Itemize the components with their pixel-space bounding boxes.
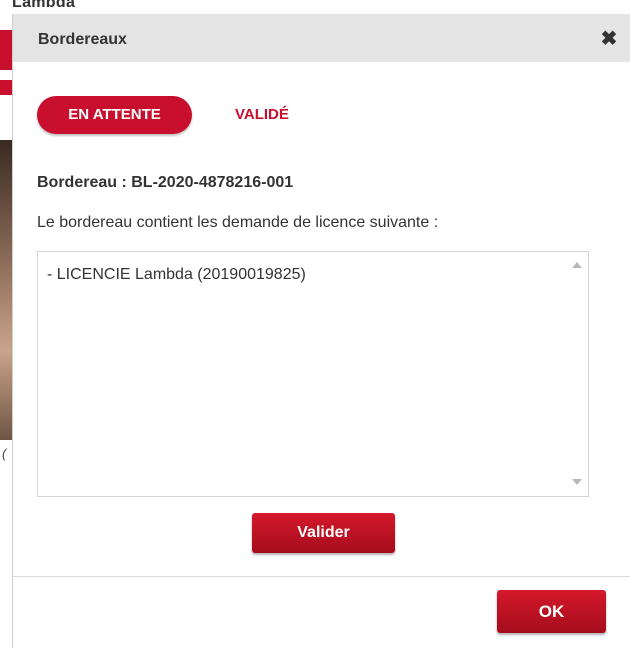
ok-button[interactable]: OK — [497, 590, 606, 633]
tab-en-attente-label: EN ATTENTE — [68, 106, 161, 123]
scroll-up-icon[interactable] — [572, 262, 582, 268]
dialog-title: Bordereaux — [38, 31, 127, 48]
scroll-down-icon[interactable] — [572, 479, 582, 485]
scrollbar[interactable] — [566, 252, 588, 496]
background-photo — [0, 140, 12, 440]
slip-title: Bordereau : BL-2020-4878216-001 — [37, 174, 294, 191]
validate-button[interactable]: Valider — [252, 513, 395, 553]
tab-valide[interactable]: VALIDÉ — [235, 96, 289, 134]
license-request-list[interactable]: - LICENCIE Lambda (20190019825) — [37, 251, 589, 497]
tab-en-attente[interactable]: EN ATTENTE — [37, 96, 192, 134]
background-red-banner — [0, 30, 12, 70]
background-title-text: Lambda — [12, 0, 76, 11]
bordereaux-dialog: Bordereaux ✖ EN ATTENTE VALIDÉ Bordereau… — [12, 14, 630, 648]
background-red-strip — [0, 80, 12, 95]
slip-description: Le bordereau contient les demande de lic… — [37, 214, 439, 231]
close-icon[interactable]: ✖ — [599, 29, 619, 49]
background-side-text: ( — [2, 446, 7, 461]
dialog-header: Bordereaux ✖ — [13, 14, 630, 62]
footer-divider — [13, 576, 630, 577]
list-item: - LICENCIE Lambda (20190019825) — [47, 266, 306, 283]
